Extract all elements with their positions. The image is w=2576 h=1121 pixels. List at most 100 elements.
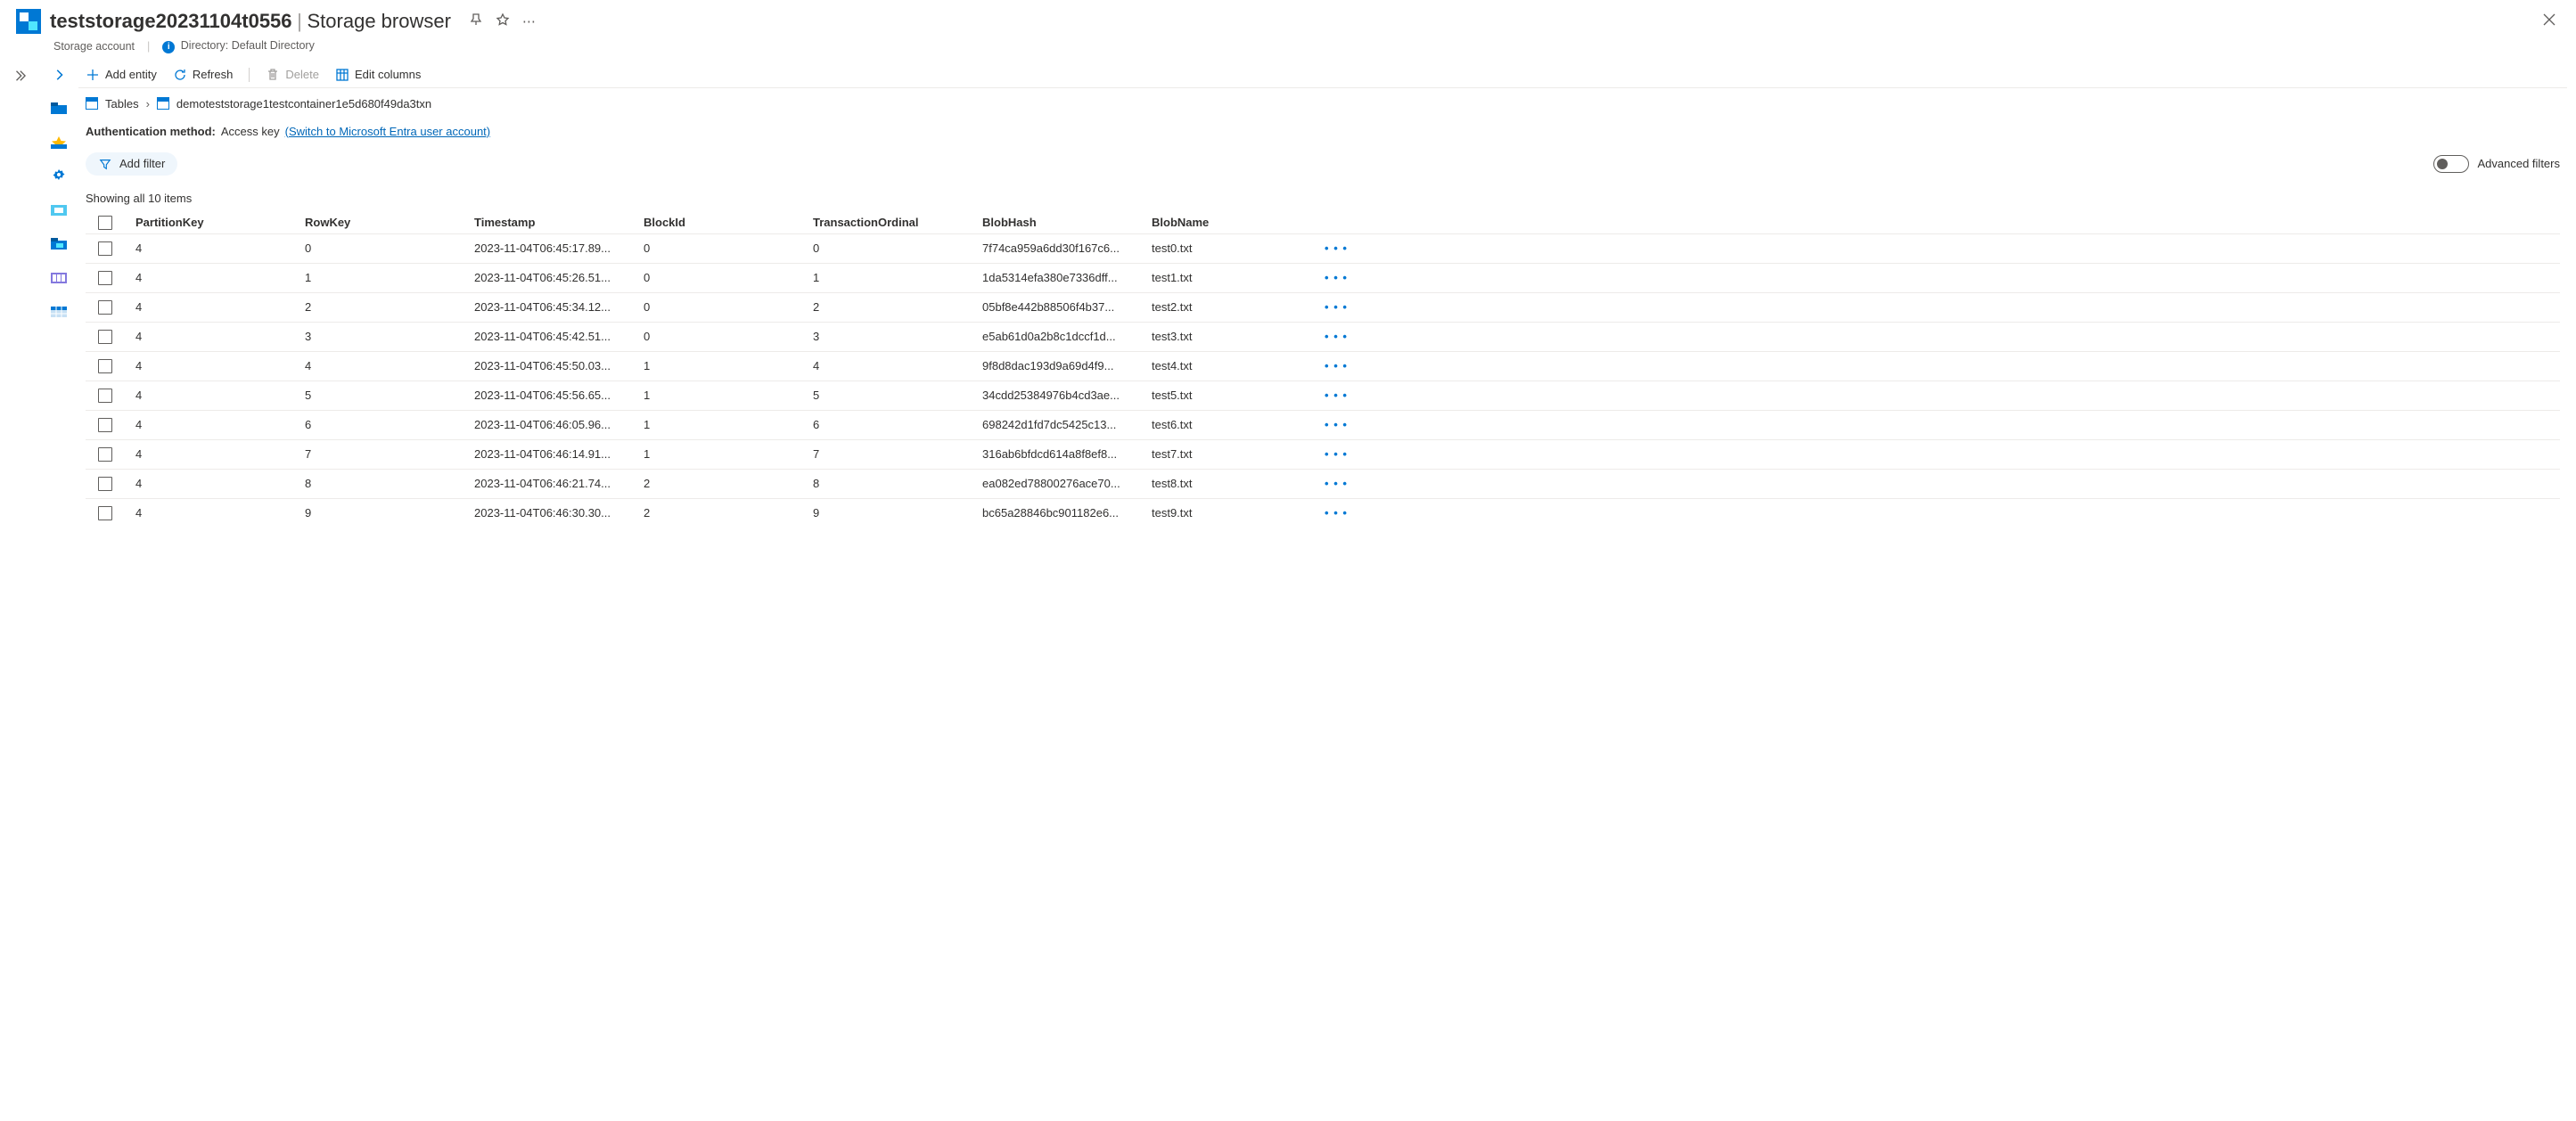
row-checkbox[interactable]: [98, 271, 112, 285]
breadcrumb-root[interactable]: Tables: [105, 97, 139, 110]
advanced-filters-switch[interactable]: [2433, 155, 2469, 173]
main-content: Add entity Refresh Delete: [78, 62, 2576, 1121]
cell-rowkey: 7: [305, 447, 474, 461]
cell-blobname: test3.txt: [1152, 330, 1321, 343]
table-header: PartitionKey RowKey Timestamp BlockId Tr…: [86, 212, 2560, 233]
row-checkbox[interactable]: [98, 300, 112, 315]
directory-label: Directory: Default Directory: [181, 39, 315, 52]
row-checkbox[interactable]: [98, 330, 112, 344]
cell-blobname: test7.txt: [1152, 447, 1321, 461]
nav-favorites-icon[interactable]: [50, 135, 68, 150]
table-row[interactable]: 4 9 2023-11-04T06:46:30.30... 2 9 bc65a2…: [86, 498, 2560, 528]
close-button[interactable]: [2542, 12, 2560, 30]
filter-row: Add filter Advanced filters: [78, 149, 2567, 184]
col-blockid[interactable]: BlockId: [644, 216, 813, 229]
table-row[interactable]: 4 7 2023-11-04T06:46:14.91... 1 7 316ab6…: [86, 439, 2560, 469]
col-timestamp[interactable]: Timestamp: [474, 216, 644, 229]
row-more-button[interactable]: • • •: [1321, 330, 1360, 343]
cell-transactionordinal: 1: [813, 271, 982, 284]
row-more-button[interactable]: • • •: [1321, 241, 1360, 255]
nav-expand-icon[interactable]: [50, 68, 68, 82]
sub-header: Storage account | i Directory: Default D…: [0, 37, 2576, 62]
refresh-button[interactable]: Refresh: [173, 68, 234, 82]
cell-partitionkey: 4: [135, 300, 305, 314]
cell-timestamp: 2023-11-04T06:45:26.51...: [474, 271, 644, 284]
row-checkbox[interactable]: [98, 447, 112, 462]
row-checkbox[interactable]: [98, 506, 112, 520]
col-rowkey[interactable]: RowKey: [305, 216, 474, 229]
directory-info: i Directory: Default Directory: [162, 39, 315, 53]
add-filter-button[interactable]: Add filter: [86, 152, 177, 176]
table-row[interactable]: 4 2 2023-11-04T06:45:34.12... 0 2 05bf8e…: [86, 292, 2560, 322]
cell-blobhash: 1da5314efa380e7336dff...: [982, 271, 1152, 284]
cell-partitionkey: 4: [135, 271, 305, 284]
cell-timestamp: 2023-11-04T06:45:17.89...: [474, 241, 644, 255]
table-row[interactable]: 4 6 2023-11-04T06:46:05.96... 1 6 698242…: [86, 410, 2560, 439]
row-checkbox[interactable]: [98, 389, 112, 403]
row-more-button[interactable]: • • •: [1321, 418, 1360, 431]
page-header: teststorage20231104t0556 | Storage brows…: [0, 0, 2576, 37]
row-checkbox[interactable]: [98, 477, 112, 491]
row-checkbox[interactable]: [98, 359, 112, 373]
nav-blob-icon[interactable]: [50, 203, 68, 217]
favorite-icon[interactable]: [496, 12, 510, 30]
table-row[interactable]: 4 1 2023-11-04T06:45:26.51... 0 1 1da531…: [86, 263, 2560, 292]
nav-fileshare-icon[interactable]: [50, 237, 68, 251]
add-entity-label: Add entity: [105, 68, 157, 81]
nav-overview-icon[interactable]: [50, 102, 68, 116]
cell-blockid: 1: [644, 418, 813, 431]
cell-blobhash: 316ab6bfdcd614a8f8ef8...: [982, 447, 1152, 461]
row-more-button[interactable]: • • •: [1321, 359, 1360, 372]
cell-blobname: test2.txt: [1152, 300, 1321, 314]
cell-blobname: test5.txt: [1152, 389, 1321, 402]
cell-blockid: 0: [644, 300, 813, 314]
table-row[interactable]: 4 5 2023-11-04T06:45:56.65... 1 5 34cdd2…: [86, 380, 2560, 410]
row-more-button[interactable]: • • •: [1321, 506, 1360, 520]
pin-icon[interactable]: [469, 12, 483, 30]
col-partitionkey[interactable]: PartitionKey: [135, 216, 305, 229]
add-entity-button[interactable]: Add entity: [86, 68, 157, 82]
col-transactionordinal[interactable]: TransactionOrdinal: [813, 216, 982, 229]
row-more-button[interactable]: • • •: [1321, 447, 1360, 461]
table-row[interactable]: 4 8 2023-11-04T06:46:21.74... 2 8 ea082e…: [86, 469, 2560, 498]
table-row[interactable]: 4 0 2023-11-04T06:45:17.89... 0 0 7f74ca…: [86, 233, 2560, 263]
cell-timestamp: 2023-11-04T06:45:50.03...: [474, 359, 644, 372]
cell-blobhash: bc65a28846bc901182e6...: [982, 506, 1152, 520]
table-icon: [157, 97, 169, 110]
select-all-checkbox[interactable]: [98, 216, 112, 230]
col-blobname[interactable]: BlobName: [1152, 216, 1321, 229]
expand-rail-icon[interactable]: [13, 70, 26, 1121]
cell-timestamp: 2023-11-04T06:45:34.12...: [474, 300, 644, 314]
row-checkbox[interactable]: [98, 241, 112, 256]
cell-partitionkey: 4: [135, 506, 305, 520]
col-blobhash[interactable]: BlobHash: [982, 216, 1152, 229]
cell-partitionkey: 4: [135, 359, 305, 372]
cell-rowkey: 2: [305, 300, 474, 314]
edit-columns-button[interactable]: Edit columns: [335, 68, 421, 82]
nav-settings-icon[interactable]: [50, 169, 68, 184]
cell-timestamp: 2023-11-04T06:46:21.74...: [474, 477, 644, 490]
plus-icon: [86, 68, 100, 82]
row-more-button[interactable]: • • •: [1321, 300, 1360, 314]
trash-icon: [266, 68, 280, 82]
advanced-filters-toggle: Advanced filters: [2433, 155, 2561, 173]
nav-queues-icon[interactable]: [50, 271, 68, 285]
row-more-button[interactable]: • • •: [1321, 389, 1360, 402]
more-icon[interactable]: ⋯: [522, 13, 536, 29]
cell-partitionkey: 4: [135, 330, 305, 343]
cell-blobname: test6.txt: [1152, 418, 1321, 431]
cell-blobname: test8.txt: [1152, 477, 1321, 490]
nav-tables-icon[interactable]: [50, 305, 68, 319]
cell-transactionordinal: 3: [813, 330, 982, 343]
row-checkbox[interactable]: [98, 418, 112, 432]
cell-blobname: test1.txt: [1152, 271, 1321, 284]
auth-switch-link[interactable]: (Switch to Microsoft Entra user account): [285, 125, 490, 138]
table-row[interactable]: 4 4 2023-11-04T06:45:50.03... 1 4 9f8d8d…: [86, 351, 2560, 380]
row-more-button[interactable]: • • •: [1321, 271, 1360, 284]
advanced-filters-label: Advanced filters: [2478, 157, 2561, 170]
cell-transactionordinal: 5: [813, 389, 982, 402]
table-row[interactable]: 4 3 2023-11-04T06:45:42.51... 0 3 e5ab61…: [86, 322, 2560, 351]
row-more-button[interactable]: • • •: [1321, 477, 1360, 490]
cell-blobhash: 05bf8e442b88506f4b37...: [982, 300, 1152, 314]
cell-timestamp: 2023-11-04T06:45:56.65...: [474, 389, 644, 402]
